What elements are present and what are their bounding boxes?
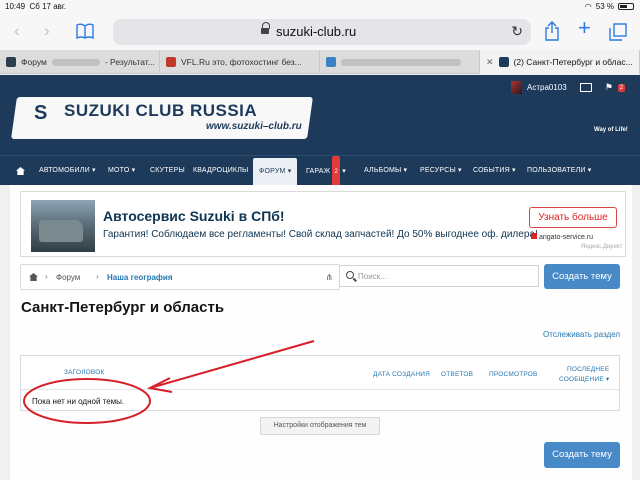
chevron-right-icon: ›: [96, 272, 99, 281]
suzuki-s-icon: S: [34, 102, 48, 124]
watch-section-link[interactable]: Отслеживать раздел: [543, 330, 620, 339]
nav-scooters[interactable]: СКУТЕРЫ: [150, 156, 185, 186]
status-date: Сб 17 авг.: [29, 2, 67, 11]
site-slogan: Way of Life!: [594, 127, 628, 133]
breadcrumb: › Форум › Наша география ⋔: [20, 264, 340, 290]
tab-current[interactable]: ✕ (2) Санкт-Петербург и облас...: [480, 50, 640, 74]
ad-domain-text: arigato-service.ru: [539, 234, 594, 241]
search-input[interactable]: Поиск...: [339, 265, 539, 287]
col-last-post[interactable]: ПОСЛЕДНЕЕ: [567, 366, 609, 373]
thread-list: ЗАГОЛОВОК ДАТА СОЗДАНИЯ ОТВЕТОВ ПРОСМОТР…: [20, 355, 620, 411]
main-nav: АВТОМОБИЛИ ▾ МОТО ▾ СКУТЕРЫ КВАДРОЦИКЛЫ …: [0, 155, 640, 188]
ad-image[interactable]: [31, 200, 95, 252]
ad-banner[interactable]: Автосервис Suzuki в СПб! Гарантия! Соблю…: [20, 191, 626, 257]
home-icon[interactable]: [16, 167, 25, 175]
username[interactable]: Астра0103: [527, 83, 567, 92]
browser-toolbar: ‹ › suzuki-club.ru ↻ +: [0, 14, 640, 50]
tab-label: VFL.Ru это, фотохостинг без...: [181, 57, 302, 67]
search-placeholder: Поиск...: [358, 272, 387, 281]
tab-redacted[interactable]: [320, 50, 480, 74]
status-time: 10:49: [5, 2, 26, 11]
site-header: S SUZUKI CLUB RUSSIA www.suzuki–club.ru …: [0, 75, 640, 155]
empty-message: Пока нет ни одной темы.: [32, 397, 125, 406]
wifi-icon: ◠: [584, 2, 592, 11]
nav-cars[interactable]: АВТОМОБИЛИ ▾: [39, 156, 96, 186]
tab-favicon: [166, 57, 176, 67]
status-right: ◠ 53 %: [585, 2, 634, 11]
home-icon[interactable]: [29, 273, 38, 281]
nav-atv[interactable]: КВАДРОЦИКЛЫ: [193, 156, 248, 186]
tab-vfl[interactable]: VFL.Ru это, фотохостинг без...: [160, 50, 320, 74]
user-bar: Астра0103 ⚑ 2: [511, 81, 626, 94]
breadcrumb-current[interactable]: Наша география: [107, 273, 173, 282]
ad-domain-icon: [531, 233, 537, 239]
book-icon[interactable]: [76, 23, 94, 39]
logo-title: SUZUKI CLUB RUSSIA: [64, 101, 258, 120]
breadcrumb-forum[interactable]: Форум: [56, 273, 80, 282]
ad-text: Гарантия! Соблюдаем все регламенты! Свой…: [103, 229, 538, 240]
avatar[interactable]: [511, 81, 522, 94]
address-bar[interactable]: suzuki-club.ru ↻: [113, 19, 531, 45]
main-content: Автосервис Suzuki в СПб! Гарантия! Соблю…: [10, 185, 632, 480]
col-last-post-sort[interactable]: СООБЩЕНИЕ ▾: [559, 375, 609, 383]
tab-favicon: [6, 57, 16, 67]
back-button[interactable]: ‹: [14, 22, 20, 40]
col-title[interactable]: ЗАГОЛОВОК: [64, 369, 104, 376]
tab-favicon: [498, 57, 509, 67]
battery-percent: 53 %: [595, 2, 614, 11]
nav-resources[interactable]: РЕСУРСЫ ▾: [420, 156, 462, 186]
lock-icon: [261, 22, 270, 34]
close-tab-icon[interactable]: ✕: [486, 57, 494, 68]
tab-label: Форум: [21, 57, 47, 67]
ad-domain[interactable]: arigato-service.ru: [531, 233, 593, 241]
address-url: suzuki-club.ru: [276, 24, 357, 39]
nav-garage-label: ГАРАЖ: [306, 168, 331, 175]
search-icon: [346, 271, 354, 279]
plus-icon[interactable]: +: [578, 17, 591, 39]
thread-list-header: ЗАГОЛОВОК ДАТА СОЗДАНИЯ ОТВЕТОВ ПРОСМОТР…: [21, 356, 619, 390]
col-views[interactable]: ПРОСМОТРОВ: [489, 371, 538, 378]
alerts-badge[interactable]: 2: [617, 83, 626, 92]
page-title: Санкт-Петербург и область: [21, 299, 225, 316]
status-bar: 10:49 Сб 17 авг. ◠ 53 %: [0, 0, 640, 14]
flag-icon[interactable]: ⚑: [605, 82, 613, 93]
create-thread-button-bottom[interactable]: Создать тему: [544, 442, 620, 468]
col-created[interactable]: ДАТА СОЗДАНИЯ: [373, 371, 430, 378]
share-icon[interactable]: [544, 21, 560, 41]
tab-bar: Форум - Результат... VFL.Ru это, фотохос…: [0, 50, 640, 74]
tab-label: (2) Санкт-Петербург и облас...: [513, 57, 633, 67]
nav-forum[interactable]: ФОРУМ ▾: [253, 158, 298, 186]
redacted-text: [51, 58, 100, 66]
ad-learn-more-button[interactable]: Узнать больше: [529, 207, 617, 228]
create-thread-button[interactable]: Создать тему: [544, 264, 620, 289]
nav-garage-arrow: ▾: [342, 168, 346, 175]
ad-network: Яндекс.Директ: [581, 244, 623, 250]
mail-icon[interactable]: [579, 83, 592, 92]
redacted-text: [341, 58, 461, 66]
battery-icon: [618, 3, 634, 10]
status-time-date: 10:49 Сб 17 авг.: [5, 2, 66, 11]
tabs-icon[interactable]: [609, 23, 627, 41]
garage-badge: 2: [332, 156, 341, 188]
col-replies[interactable]: ОТВЕТОВ: [441, 371, 473, 378]
logo-url: www.suzuki–club.ru: [206, 121, 302, 132]
sitemap-icon[interactable]: ⋔: [325, 272, 333, 283]
tab-favicon: [326, 57, 336, 67]
tab-forum[interactable]: Форум - Результат...: [0, 50, 160, 74]
chevron-right-icon: ›: [45, 272, 48, 281]
nav-albums[interactable]: АЛЬБОМЫ ▾: [364, 156, 407, 186]
nav-moto[interactable]: МОТО ▾: [108, 156, 135, 186]
forward-button[interactable]: ›: [44, 22, 50, 40]
nav-garage[interactable]: ГАРАЖ 2 ▾: [306, 156, 346, 188]
tab-label-suffix: - Результат...: [104, 57, 155, 67]
reload-icon[interactable]: ↻: [511, 23, 523, 40]
nav-users[interactable]: ПОЛЬЗОВАТЕЛИ ▾: [527, 156, 592, 186]
ad-title[interactable]: Автосервис Suzuki в СПб!: [103, 208, 285, 224]
nav-events[interactable]: СОБЫТИЯ ▾: [473, 156, 516, 186]
display-settings-button[interactable]: Настройки отображения тем: [260, 417, 380, 435]
